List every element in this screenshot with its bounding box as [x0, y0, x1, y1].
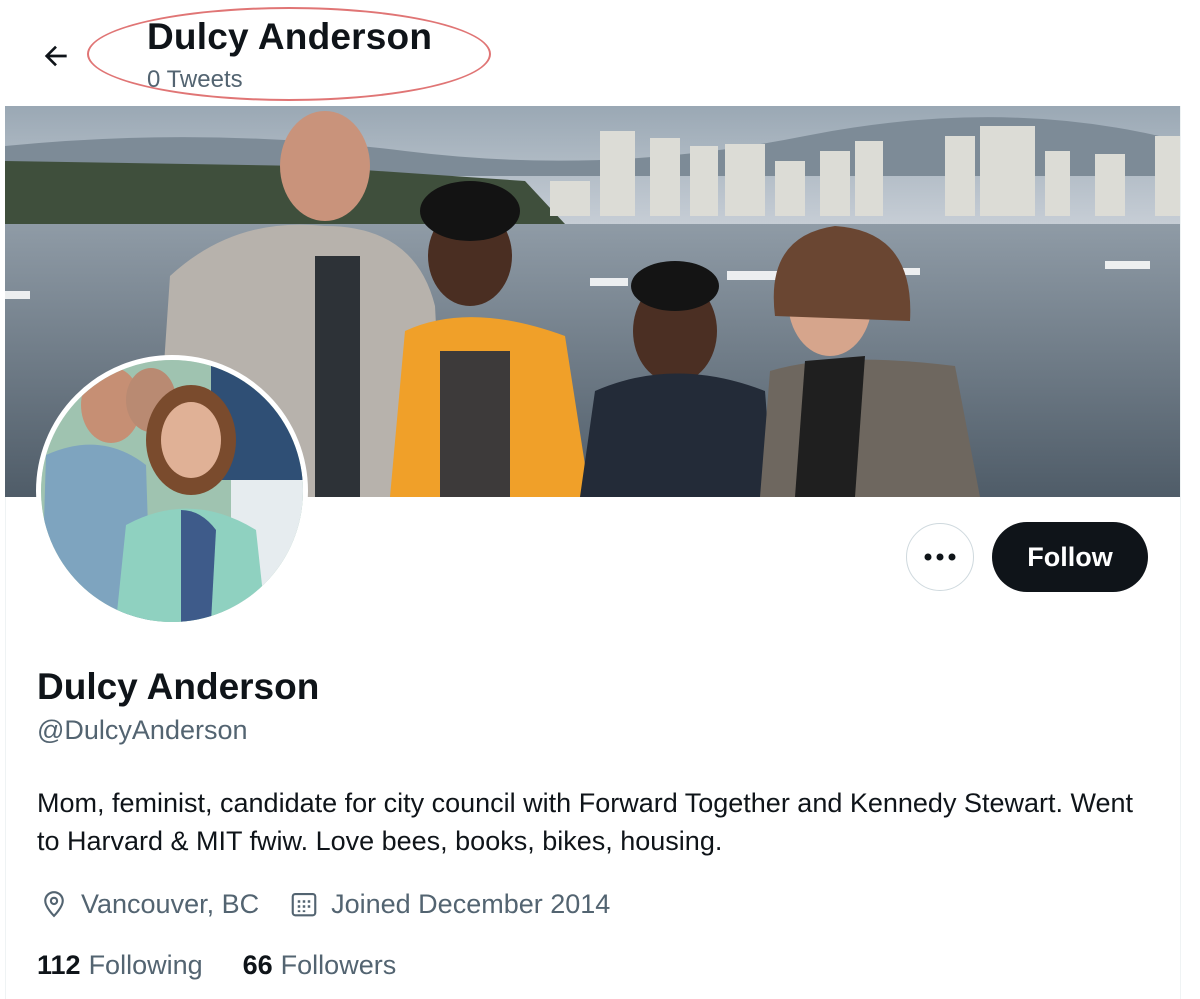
profile-stats: 112 Following 66 Followers [37, 950, 436, 981]
more-options-button[interactable] [906, 523, 974, 591]
back-button[interactable] [36, 36, 76, 76]
calendar-icon [287, 887, 321, 921]
profile-meta: Vancouver, BC Joined December 2014 [37, 884, 638, 924]
profile-location: Vancouver, BC [37, 887, 259, 921]
header-profile-name: Dulcy Anderson [147, 16, 433, 57]
profile-joined: Joined December 2014 [287, 887, 610, 921]
profile-bio: Mom, feminist, candidate for city counci… [37, 788, 1134, 856]
following-count: 112 [37, 950, 81, 980]
followers-link[interactable]: 66 Followers [243, 950, 397, 981]
profile-avatar[interactable] [36, 355, 308, 627]
profile-handle: @DulcyAnderson [37, 715, 248, 745]
more-dots-icon [924, 553, 956, 561]
follow-button[interactable]: Follow [992, 522, 1148, 592]
header-tweet-count: 0 Tweets [147, 66, 243, 93]
following-link[interactable]: 112 Following [37, 950, 203, 981]
arrow-left-icon [44, 45, 67, 67]
profile-display-name: Dulcy Anderson [37, 666, 320, 707]
followers-count: 66 [242, 950, 273, 980]
profile-header-bar: Dulcy Anderson 0 Tweets [0, 0, 1200, 106]
location-pin-icon [37, 887, 71, 921]
joined-text: Joined December 2014 [331, 888, 611, 919]
location-text: Vancouver, BC [81, 888, 260, 919]
following-label: Following [88, 950, 203, 980]
followers-label: Followers [280, 950, 397, 980]
